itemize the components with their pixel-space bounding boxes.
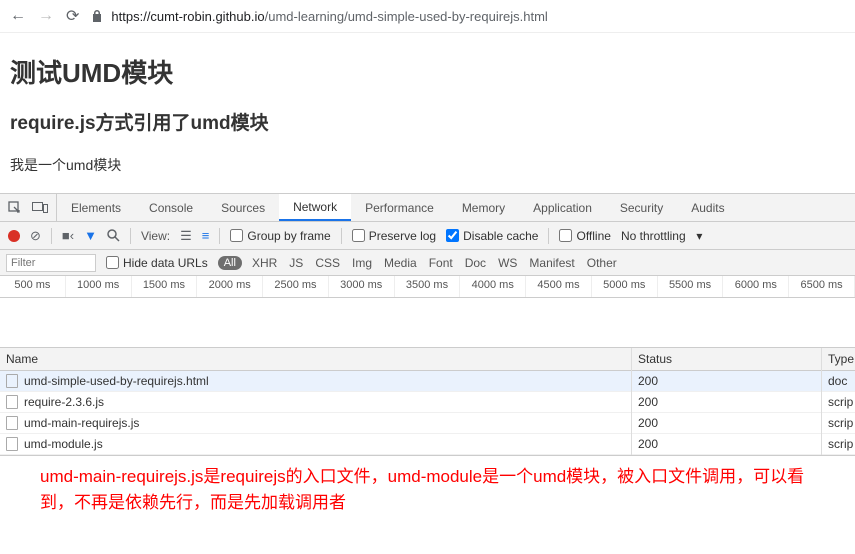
large-rows-icon[interactable]: ☰ — [180, 228, 192, 244]
view-label: View: — [141, 229, 170, 243]
url-text: https://cumt-robin.github.io/umd-learnin… — [111, 9, 547, 24]
timeline-overview[interactable] — [0, 298, 855, 348]
tab-elements[interactable]: Elements — [57, 194, 135, 221]
preserve-log-checkbox[interactable]: Preserve log — [352, 229, 436, 243]
forward-icon[interactable]: → — [38, 7, 54, 25]
tab-security[interactable]: Security — [606, 194, 677, 221]
filter-type-media[interactable]: Media — [384, 256, 417, 270]
file-icon — [6, 416, 18, 430]
clear-icon[interactable]: ⊘ — [30, 228, 41, 244]
tab-sources[interactable]: Sources — [207, 194, 279, 221]
filter-type-xhr[interactable]: XHR — [252, 256, 277, 270]
waterfall-icon[interactable]: ≡ — [202, 228, 210, 243]
lock-icon — [91, 9, 103, 23]
tab-application[interactable]: Application — [519, 194, 606, 221]
timeline-tick: 5500 ms — [658, 276, 724, 297]
page-heading-2: require.js方式引用了umd模块 — [10, 108, 845, 135]
request-row[interactable]: require-2.3.6.js — [0, 392, 631, 413]
request-row[interactable]: umd-module.js — [0, 434, 631, 455]
search-icon[interactable] — [107, 229, 120, 242]
filter-type-img[interactable]: Img — [352, 256, 372, 270]
filter-type-font[interactable]: Font — [429, 256, 453, 270]
timeline-tick: 3500 ms — [395, 276, 461, 297]
timeline-tick: 2500 ms — [263, 276, 329, 297]
timeline-tick: 3000 ms — [329, 276, 395, 297]
request-status[interactable]: 200 — [632, 413, 821, 434]
devtools-tabbar: ElementsConsoleSourcesNetworkPerformance… — [0, 194, 855, 222]
filter-type-manifest[interactable]: Manifest — [529, 256, 574, 270]
timeline-tick: 5000 ms — [592, 276, 658, 297]
hide-data-urls-checkbox[interactable]: Hide data URLs — [106, 256, 208, 270]
timeline-tick: 1000 ms — [66, 276, 132, 297]
request-type[interactable]: doc — [822, 371, 855, 392]
filter-type-other[interactable]: Other — [587, 256, 617, 270]
request-type[interactable]: scrip — [822, 392, 855, 413]
filter-type-css[interactable]: CSS — [315, 256, 340, 270]
tab-network[interactable]: Network — [279, 194, 351, 221]
file-icon — [6, 395, 18, 409]
timeline-tick: 2000 ms — [197, 276, 263, 297]
disable-cache-checkbox[interactable]: Disable cache — [446, 229, 538, 243]
request-status[interactable]: 200 — [632, 371, 821, 392]
back-icon[interactable]: ← — [10, 7, 26, 25]
column-header-name[interactable]: Name — [0, 348, 631, 371]
timeline-tick: 1500 ms — [132, 276, 198, 297]
file-icon — [6, 374, 18, 388]
filter-type-doc[interactable]: Doc — [465, 256, 486, 270]
tab-performance[interactable]: Performance — [351, 194, 448, 221]
column-header-type[interactable]: Type — [822, 348, 855, 371]
timeline-ruler[interactable]: 500 ms1000 ms1500 ms2000 ms2500 ms3000 m… — [0, 276, 855, 298]
request-type[interactable]: scrip — [822, 434, 855, 455]
timeline-tick: 6500 ms — [789, 276, 855, 297]
request-row[interactable]: umd-main-requirejs.js — [0, 413, 631, 434]
column-header-status[interactable]: Status — [632, 348, 821, 371]
address-bar[interactable]: https://cumt-robin.github.io/umd-learnin… — [91, 9, 845, 24]
offline-checkbox[interactable]: Offline — [559, 229, 610, 243]
reload-icon[interactable]: ⟳ — [66, 6, 79, 26]
filter-all[interactable]: All — [218, 256, 242, 270]
network-filter-bar: Hide data URLs All XHR JS CSS Img Media Font D… — [0, 250, 855, 276]
record-icon[interactable] — [8, 230, 20, 242]
tab-memory[interactable]: Memory — [448, 194, 519, 221]
request-status[interactable]: 200 — [632, 392, 821, 413]
page-heading-1: 测试UMD模块 — [10, 53, 845, 90]
browser-toolbar: ← → ⟳ https://cumt-robin.github.io/umd-l… — [0, 0, 855, 33]
request-row[interactable]: umd-simple-used-by-requirejs.html — [0, 371, 631, 392]
page-paragraph: 我是一个umd模块 — [10, 155, 845, 175]
throttling-select[interactable]: No throttling ▾ — [621, 229, 702, 243]
request-type[interactable]: scrip — [822, 413, 855, 434]
group-by-frame-checkbox[interactable]: Group by frame — [230, 229, 330, 243]
file-icon — [6, 437, 18, 451]
filter-input[interactable] — [6, 254, 96, 272]
inspect-icon[interactable] — [8, 201, 22, 215]
timeline-tick: 4500 ms — [526, 276, 592, 297]
device-icon[interactable] — [32, 202, 48, 214]
devtools-panel: ElementsConsoleSourcesNetworkPerformance… — [0, 193, 855, 529]
filter-type-js[interactable]: JS — [289, 256, 303, 270]
camera-icon[interactable]: ■‹ — [62, 228, 74, 243]
timeline-tick: 6000 ms — [723, 276, 789, 297]
request-status[interactable]: 200 — [632, 434, 821, 455]
filter-toggle-icon[interactable]: ▼ — [84, 228, 97, 243]
tab-console[interactable]: Console — [135, 194, 207, 221]
annotation-text: umd-main-requirejs.js是requirejs的入口文件，umd… — [0, 456, 855, 529]
network-toolbar: ⊘ ■‹ ▼ View: ☰ ≡ Group by frame Preserve… — [0, 222, 855, 250]
network-grid: Name umd-simple-used-by-requirejs.htmlre… — [0, 348, 855, 456]
tab-audits[interactable]: Audits — [677, 194, 738, 221]
timeline-tick: 500 ms — [0, 276, 66, 297]
page-body: 测试UMD模块 require.js方式引用了umd模块 我是一个umd模块 — [0, 33, 855, 193]
timeline-tick: 4000 ms — [460, 276, 526, 297]
filter-type-ws[interactable]: WS — [498, 256, 517, 270]
